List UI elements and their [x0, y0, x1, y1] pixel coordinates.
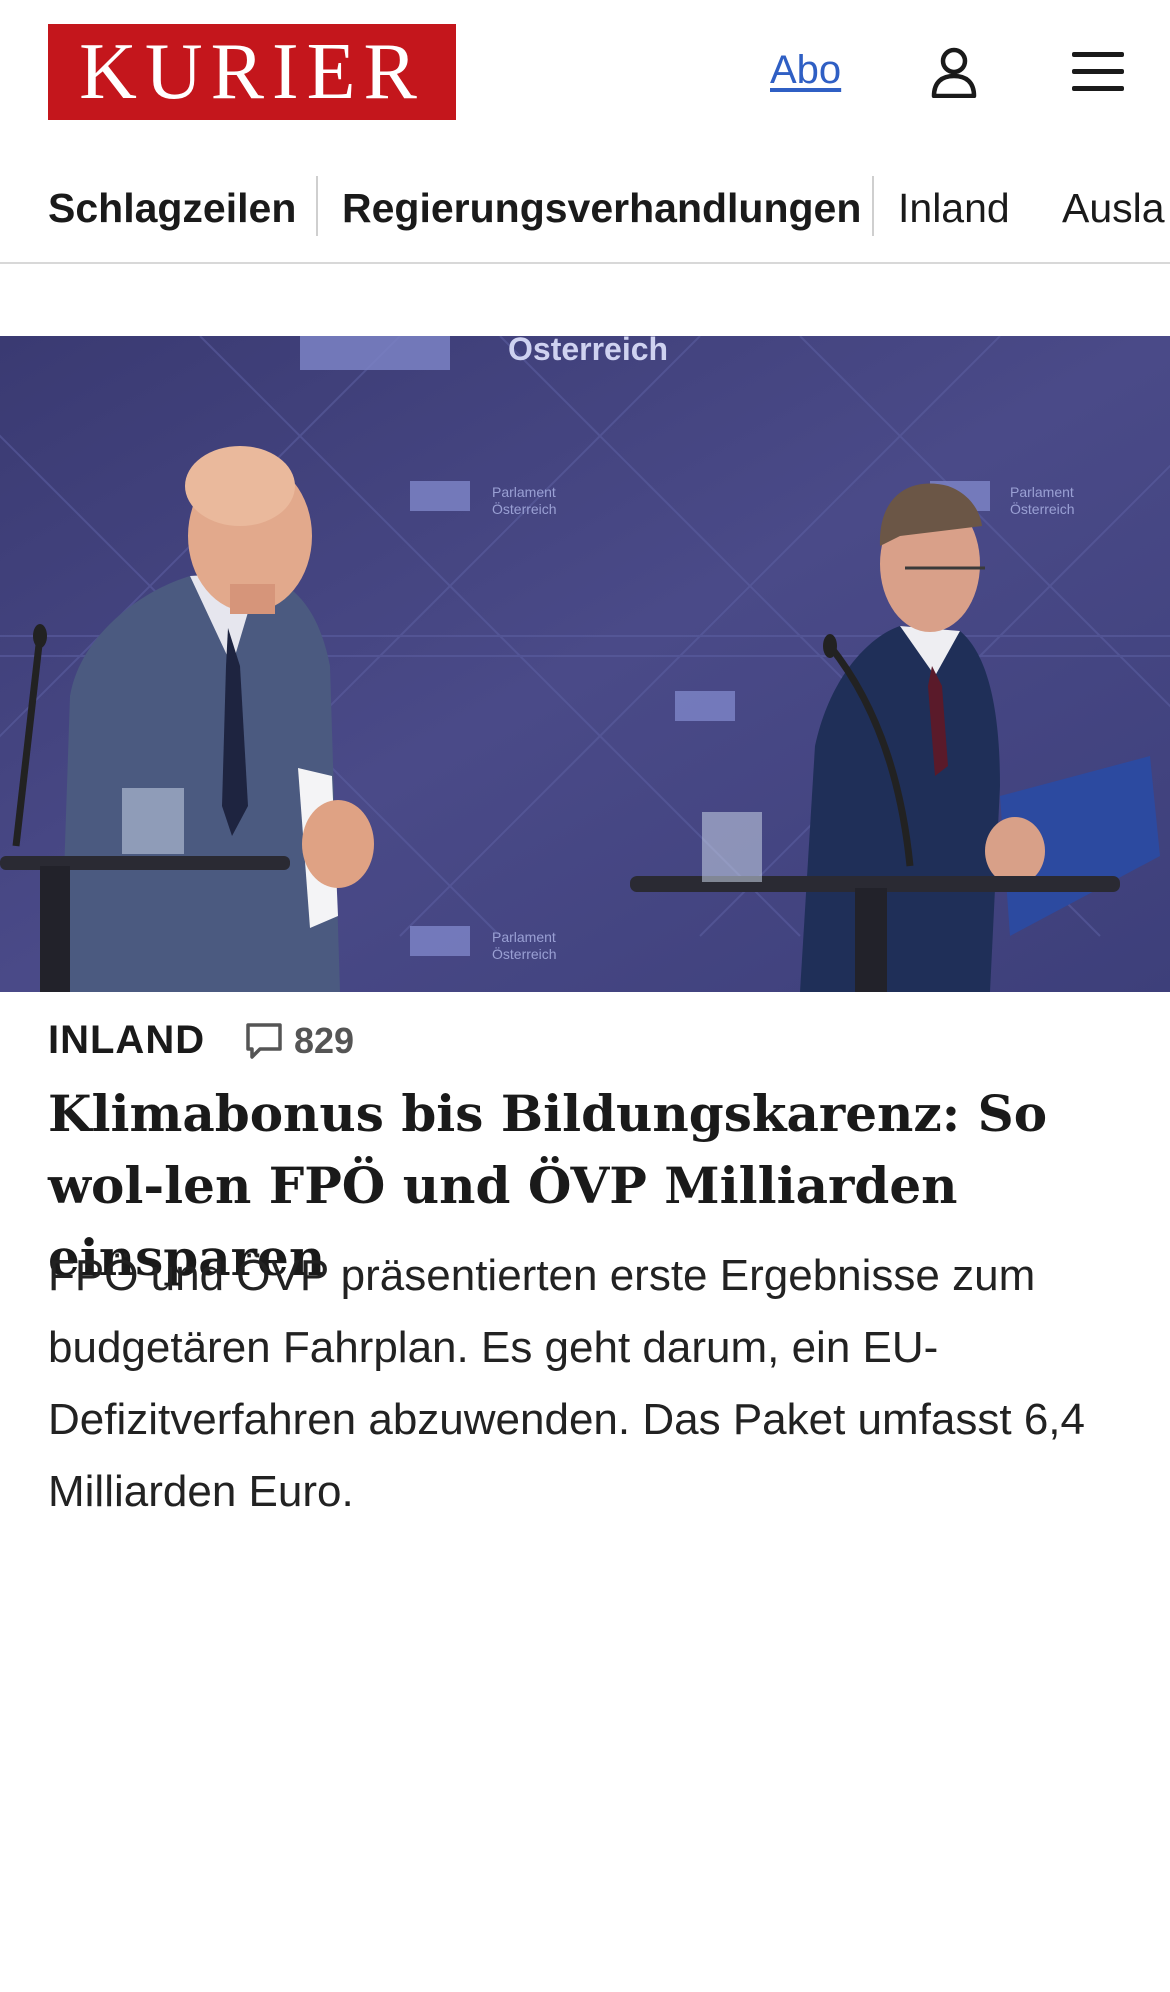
nav-item-regierungsverhandlungen[interactable]: Regierungsverhandlungen [342, 182, 861, 234]
comment-count-link[interactable]: 829 [244, 1020, 354, 1062]
svg-text:Parlament: Parlament [1010, 484, 1074, 500]
article-teaser[interactable]: FPÖ und ÖVP präsentierten erste Ergebnis… [48, 1240, 1138, 1528]
svg-text:Parlament: Parlament [492, 929, 556, 945]
svg-text:Österreich: Österreich [492, 945, 557, 962]
abo-link[interactable]: Abo [770, 48, 841, 93]
menu-icon[interactable] [1072, 50, 1124, 94]
comment-icon [246, 1023, 282, 1059]
hero-backdrop-text: Österreich [508, 336, 668, 367]
site-header: KURIER Abo [0, 0, 1170, 140]
nav-item-inland[interactable]: Inland [898, 182, 1010, 234]
kurier-logo[interactable]: KURIER [48, 24, 456, 120]
svg-text:Parlament: Parlament [492, 484, 556, 500]
svg-text:Österreich: Österreich [1010, 500, 1075, 517]
svg-text:Österreich: Österreich [492, 500, 557, 517]
article-category[interactable]: INLAND [48, 1018, 205, 1063]
user-icon[interactable] [930, 46, 978, 98]
nav-divider [872, 176, 874, 236]
nav-item-ausland[interactable]: Ausla [1062, 182, 1165, 234]
section-nav: Schlagzeilen Regierungsverhandlungen Inl… [0, 160, 1170, 264]
hero-image[interactable]: Österreich Parlament Österreich Parlamen… [0, 336, 1170, 992]
nav-divider [316, 176, 318, 236]
nav-item-schlagzeilen[interactable]: Schlagzeilen [48, 182, 296, 234]
comment-count: 829 [294, 1020, 355, 1061]
